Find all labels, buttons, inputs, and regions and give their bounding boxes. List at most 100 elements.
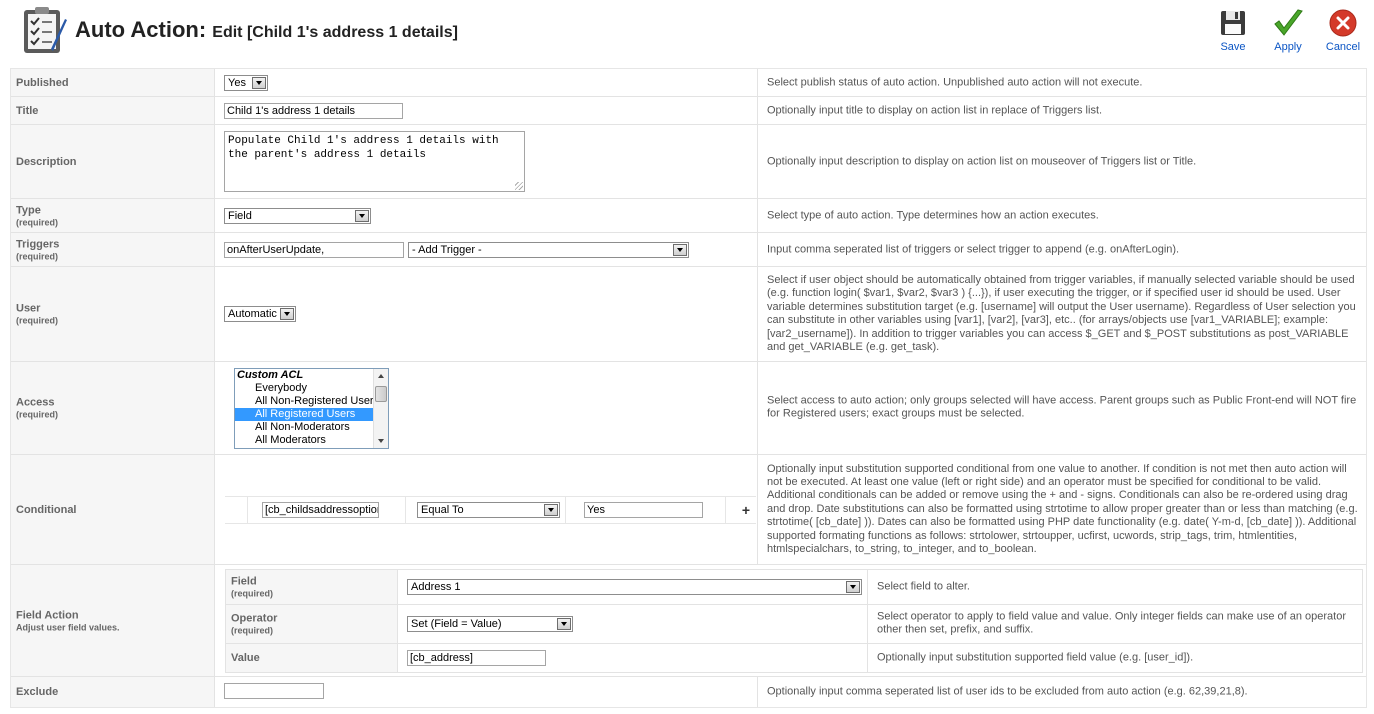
chevron-down-icon — [355, 210, 369, 222]
add-trigger-value: - Add Trigger - — [412, 244, 482, 256]
type-value: Field — [228, 210, 252, 222]
cond-right-cell: Yes — [566, 497, 726, 523]
cond-operator-value: Equal To — [421, 504, 464, 516]
fa-value-label: Value — [231, 652, 260, 664]
page-title: Auto Action: Edit [Child 1's address 1 d… — [75, 17, 458, 43]
row-description: Description Populate Child 1's address 1… — [11, 125, 1366, 199]
conditional-row: [cb_childsaddressoption] Equal To Yes + — [225, 496, 756, 524]
description-label: Description — [16, 155, 77, 168]
access-required: (required) — [16, 409, 59, 420]
fa-operator-help: Select operator to apply to field value … — [877, 610, 1347, 636]
description-help: Optionally input description to display … — [767, 154, 1197, 167]
field-action-table: Field (required) Address 1 Select field … — [225, 569, 1363, 673]
access-option[interactable]: All Moderators — [235, 434, 388, 447]
fa-operator-required: (required) — [231, 625, 274, 636]
cond-left-cell: [cb_childsaddressoption] — [248, 497, 406, 523]
cancel-button[interactable]: Cancel — [1318, 8, 1368, 53]
access-option-group: Custom ACL — [237, 369, 304, 381]
checkmark-icon — [1274, 9, 1303, 36]
chevron-down-icon — [673, 244, 687, 256]
row-type: Type (required) Field Select type of aut… — [11, 199, 1366, 233]
chevron-down-icon — [557, 618, 571, 630]
user-select[interactable]: Automatic — [224, 306, 296, 322]
row-exclude: Exclude Optionally input comma seperated… — [11, 677, 1366, 707]
title-input[interactable]: Child 1's address 1 details — [224, 103, 403, 119]
fa-field-required: (required) — [231, 588, 274, 599]
title-label: Title — [16, 104, 39, 117]
row-field-action: Field Action Adjust user field values. F… — [11, 565, 1366, 677]
description-line-2: the parent's address 1 details — [228, 149, 427, 161]
close-circle-icon — [1329, 9, 1357, 37]
row-access: Access (required) Custom ACL Everybody A… — [11, 362, 1366, 455]
user-label: User — [16, 302, 41, 315]
chevron-down-icon — [846, 581, 860, 593]
chevron-down-icon — [280, 308, 294, 320]
access-option[interactable]: Everybody — [235, 382, 388, 395]
exclude-label: Exclude — [16, 686, 59, 698]
drag-handle[interactable] — [225, 497, 248, 523]
row-triggers: Triggers (required) onAfterUserUpdate, -… — [11, 233, 1366, 267]
scroll-down-icon[interactable] — [374, 434, 388, 448]
triggers-input[interactable]: onAfterUserUpdate, — [224, 242, 404, 258]
cond-operator-select[interactable]: Equal To — [417, 502, 560, 518]
add-condition-button[interactable]: + — [742, 503, 750, 517]
fa-field-help: Select field to alter. — [877, 580, 970, 593]
title-help: Optionally input title to display on act… — [767, 103, 1103, 116]
resize-grip-icon[interactable] — [515, 182, 523, 190]
apply-button[interactable]: Apply — [1263, 8, 1313, 53]
save-button[interactable]: Save — [1208, 8, 1258, 53]
triggers-help: Input comma seperated list of triggers o… — [767, 242, 1180, 255]
conditional-help: Optionally input substitution supported … — [767, 462, 1358, 556]
clipboard-checklist-icon — [24, 7, 67, 53]
page-header: Auto Action: Edit [Child 1's address 1 d… — [0, 0, 1374, 66]
cond-right-input[interactable]: Yes — [584, 502, 703, 518]
published-label: Published — [16, 76, 69, 89]
auto-action-form: Published Yes Select publish status of a… — [10, 68, 1367, 708]
floppy-disk-icon — [1221, 11, 1245, 35]
page-title-main: Auto Action: — [75, 17, 207, 42]
fa-operator-select[interactable]: Set (Field = Value) — [407, 616, 573, 632]
cond-left-input[interactable]: [cb_childsaddressoption] — [262, 502, 379, 518]
description-line-1: Populate Child 1's address 1 details wit… — [228, 135, 499, 147]
field-action-sublabel: Adjust user field values. — [16, 622, 120, 632]
user-required: (required) — [16, 315, 59, 326]
row-user: User (required) Automatic Select if user… — [11, 267, 1366, 362]
access-listbox[interactable]: Custom ACL Everybody All Non-Registered … — [234, 368, 389, 449]
fa-row-field: Field (required) Address 1 Select field … — [226, 570, 1362, 605]
fa-value-input[interactable]: [cb_address] — [407, 650, 546, 666]
access-help: Select access to auto action; only group… — [767, 394, 1357, 420]
fa-field-label: Field — [231, 575, 257, 588]
fa-field-select[interactable]: Address 1 — [407, 579, 862, 595]
published-value: Yes — [228, 77, 246, 89]
description-textarea[interactable]: Populate Child 1's address 1 details wit… — [224, 131, 525, 192]
fa-value-help: Optionally input substitution supported … — [877, 651, 1194, 664]
triggers-label: Triggers — [16, 238, 60, 250]
type-help: Select type of auto action. Type determi… — [767, 208, 1099, 221]
add-trigger-select[interactable]: - Add Trigger - — [408, 242, 689, 258]
exclude-input[interactable] — [224, 683, 324, 699]
fa-operator-label: Operator — [231, 612, 278, 625]
type-required: (required) — [16, 217, 59, 227]
access-option[interactable]: All Non-Moderators — [235, 421, 388, 434]
fa-field-value: Address 1 — [411, 581, 461, 593]
exclude-help: Optionally input comma seperated list of… — [767, 685, 1248, 698]
scroll-up-icon[interactable] — [374, 369, 388, 383]
cancel-label: Cancel — [1325, 41, 1361, 53]
chevron-down-icon — [252, 77, 266, 89]
access-option-selected[interactable]: All Registered Users — [235, 408, 388, 421]
access-scrollbar[interactable] — [373, 369, 388, 448]
cond-operator-cell: Equal To — [406, 497, 566, 523]
user-help: Select if user object should be automati… — [767, 273, 1356, 353]
published-help: Select publish status of auto action. Un… — [767, 75, 1143, 88]
chevron-down-icon — [544, 504, 558, 516]
row-title: Title Child 1's address 1 details Option… — [11, 97, 1366, 125]
fa-row-operator: Operator (required) Set (Field = Value) … — [226, 605, 1362, 644]
save-label: Save — [1220, 41, 1246, 53]
access-label: Access — [16, 396, 55, 409]
type-label: Type — [16, 204, 41, 216]
access-option[interactable]: All Non-Registered Users — [235, 395, 388, 408]
published-select[interactable]: Yes — [224, 75, 268, 91]
type-select[interactable]: Field — [224, 208, 371, 224]
scroll-thumb[interactable] — [375, 386, 387, 402]
page-title-sub: Edit [Child 1's address 1 details] — [212, 24, 458, 41]
